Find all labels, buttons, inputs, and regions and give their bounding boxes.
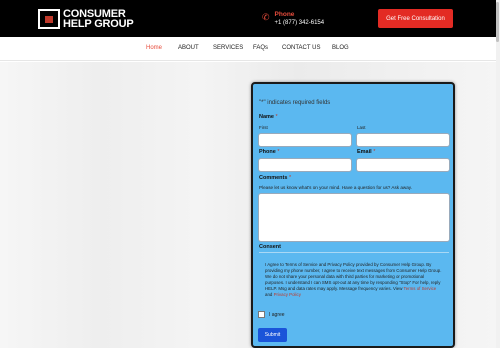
name-label: Name * bbox=[259, 114, 278, 120]
first-name-input[interactable] bbox=[258, 133, 352, 147]
phone-number[interactable]: +1 (877) 342-6154 bbox=[275, 19, 325, 27]
phone-input[interactable] bbox=[258, 158, 352, 172]
top-header: CONSUMER HELP GROUP ✆ Phone +1 (877) 342… bbox=[0, 0, 500, 37]
required-star-icon: * bbox=[275, 114, 278, 120]
phone-field-label: Phone * bbox=[259, 149, 280, 155]
nav-item-services[interactable]: SERVICES bbox=[213, 45, 243, 51]
comments-textarea[interactable] bbox=[258, 193, 450, 242]
required-star-icon: * bbox=[288, 175, 292, 181]
logo[interactable]: CONSUMER HELP GROUP bbox=[38, 8, 134, 30]
scrollbar-thumb[interactable] bbox=[496, 2, 499, 42]
email-field-label: Email * bbox=[357, 149, 376, 155]
nav-item-contact-us[interactable]: CONTACT US bbox=[282, 45, 320, 51]
phone-icon: ✆ bbox=[262, 12, 270, 22]
contact-form: "*" indicates required fields Name * Fir… bbox=[251, 82, 455, 348]
required-star-icon: * bbox=[277, 149, 280, 155]
nav-item-faqs[interactable]: FAQs bbox=[253, 45, 268, 51]
consent-text: I Agree to Terms of Service and Privacy … bbox=[265, 262, 442, 297]
required-fields-note: "*" indicates required fields bbox=[259, 100, 331, 106]
first-name-label: First bbox=[259, 125, 268, 130]
consent-box: I Agree to Terms of Service and Privacy … bbox=[259, 252, 449, 304]
nav-item-about[interactable]: ABOUT bbox=[178, 45, 199, 51]
terms-of-service-link[interactable]: Terms of Service bbox=[404, 286, 437, 291]
agree-label: I agree bbox=[269, 312, 285, 318]
scrollbar[interactable] bbox=[496, 0, 500, 348]
required-star-icon: * bbox=[373, 149, 376, 155]
main-nav: Home ABOUT SERVICES FAQs CONTACT US BLOG bbox=[0, 37, 496, 61]
logo-mark-icon bbox=[38, 9, 60, 29]
comments-description: Please let us know what's on your mind. … bbox=[259, 185, 412, 190]
nav-item-home[interactable]: Home bbox=[146, 45, 162, 51]
last-name-label: Last bbox=[357, 125, 366, 130]
phone-contact[interactable]: ✆ Phone +1 (877) 342-6154 bbox=[262, 10, 324, 27]
logo-text-line2: HELP GROUP bbox=[63, 18, 134, 30]
submit-button[interactable]: Submit bbox=[258, 328, 287, 342]
email-input[interactable] bbox=[356, 158, 450, 172]
consent-label: Consent bbox=[259, 244, 281, 250]
nav-item-blog[interactable]: BLOG bbox=[332, 45, 349, 51]
get-free-consultation-button[interactable]: Get Free Consultation bbox=[378, 9, 453, 28]
phone-label: Phone bbox=[274, 11, 295, 18]
comments-label: Comments * bbox=[259, 175, 292, 181]
last-name-input[interactable] bbox=[356, 133, 450, 147]
agree-checkbox[interactable] bbox=[258, 311, 265, 318]
privacy-policy-link[interactable]: Privacy Policy bbox=[274, 292, 301, 297]
